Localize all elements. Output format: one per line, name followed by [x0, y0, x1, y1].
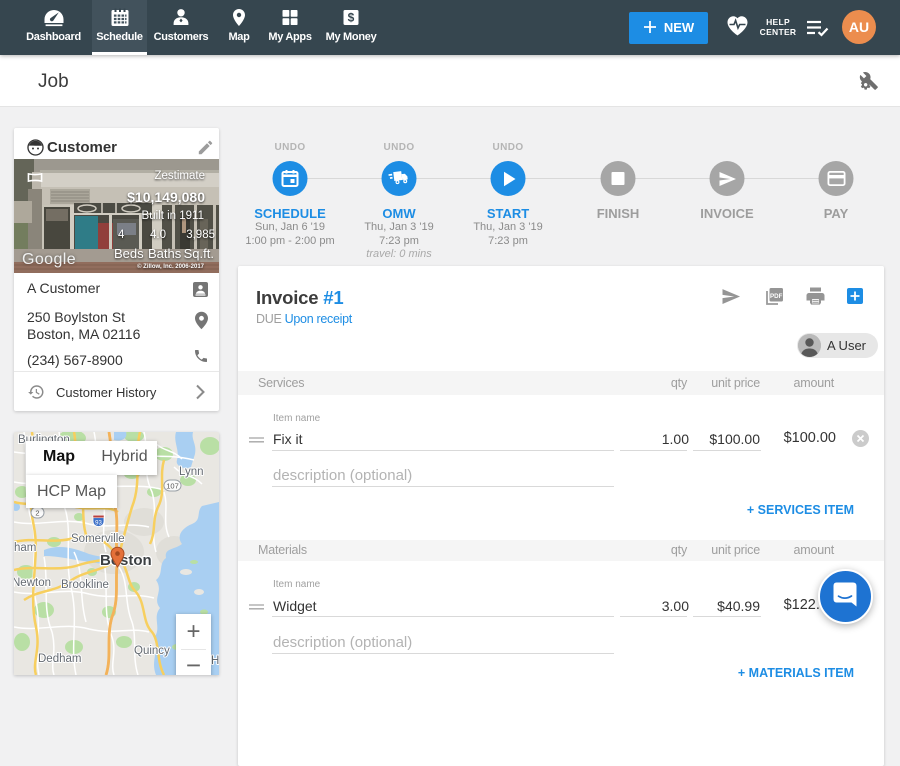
- svg-text:Hi: Hi: [211, 655, 219, 667]
- svg-text:PDF: PDF: [770, 293, 783, 300]
- svg-text:Somerville: Somerville: [71, 533, 125, 545]
- svg-text:Dedham: Dedham: [38, 653, 81, 665]
- svg-text:107: 107: [166, 482, 179, 491]
- svg-text:2: 2: [35, 509, 39, 518]
- svg-text:$: $: [348, 11, 355, 25]
- svg-text:ham: ham: [14, 542, 36, 554]
- svg-text:Lynn: Lynn: [179, 466, 204, 478]
- svg-text:Newton: Newton: [14, 577, 51, 589]
- svg-text:Quincy: Quincy: [134, 645, 170, 657]
- svg-text:Boston: Boston: [100, 552, 152, 569]
- svg-text:93: 93: [95, 521, 102, 527]
- svg-text:Brookline: Brookline: [61, 579, 109, 591]
